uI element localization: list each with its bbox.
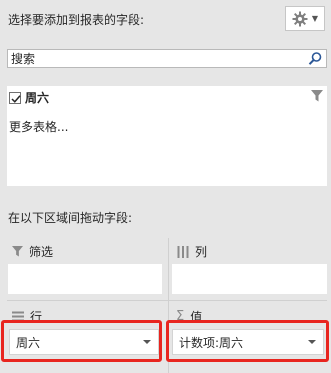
row-field-dropdown[interactable]: 周六 [9,329,159,355]
filters-area-header: 筛选 [12,243,53,260]
panel-title: 选择要添加到报表的字段: [8,13,145,27]
settings-button[interactable]: ▼ [285,6,325,31]
filters-area-label: 筛选 [29,245,54,259]
search-input[interactable] [11,50,301,67]
columns-area-label: 列 [195,245,208,259]
more-tables-link[interactable]: 更多表格... [9,118,68,135]
filter-icon [12,246,23,257]
checkmark-icon [11,94,21,103]
chevron-down-icon: ▼ [311,13,319,23]
filter-icon[interactable] [311,90,323,102]
dropdown-arrow-icon[interactable] [143,340,151,344]
field-label: 周六 [25,91,50,105]
field-item-saturday[interactable]: 周六 [9,89,49,106]
filters-drop-zone[interactable] [8,264,162,294]
search-icon[interactable] [307,51,323,67]
dropdown-arrow-icon[interactable] [308,340,316,344]
row-field-label: 周六 [16,335,41,350]
columns-area-header: 列 [177,243,207,260]
field-list: 周六 更多表格... [7,86,327,186]
gear-icon [292,11,308,26]
columns-icon [177,245,189,258]
drag-instruction: 在以下区域间拖动字段: [8,211,133,225]
search-box[interactable] [7,49,327,68]
value-field-dropdown[interactable]: 计数项:周六 [172,329,324,355]
field-checkbox[interactable] [9,91,21,104]
columns-drop-zone[interactable] [172,264,327,294]
value-field-label: 计数项:周六 [179,335,244,350]
area-divider-horizontal [7,300,327,301]
